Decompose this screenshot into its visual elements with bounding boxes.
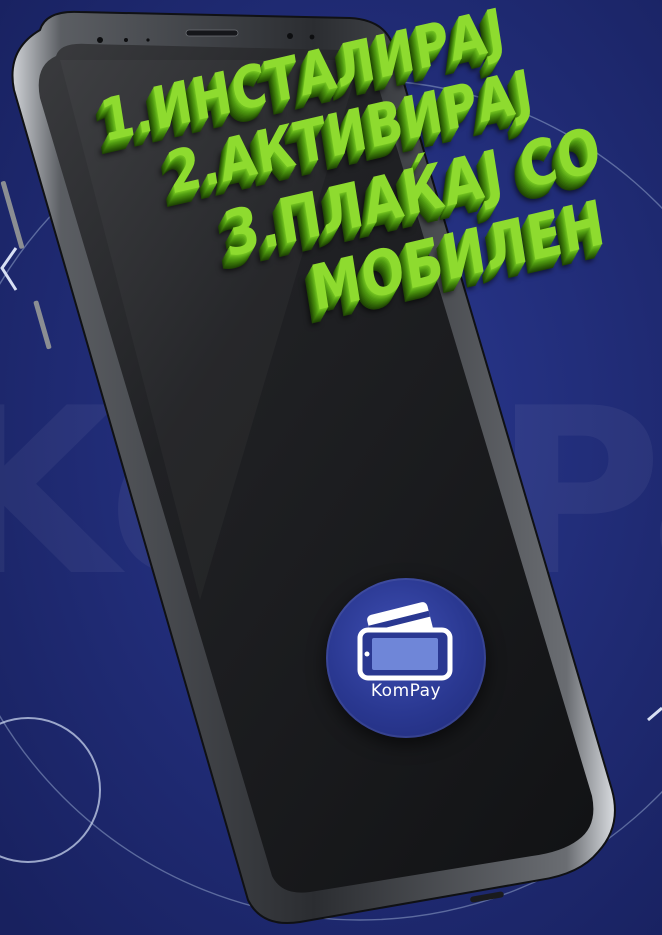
usb-port xyxy=(470,891,504,903)
side-button xyxy=(33,300,52,350)
side-button xyxy=(0,181,25,249)
camera-dot xyxy=(97,37,103,43)
app-logo[interactable]: KomPay xyxy=(326,578,486,738)
app-name: KomPay xyxy=(370,681,442,701)
earpiece xyxy=(185,29,239,37)
phone-card-icon xyxy=(357,602,453,681)
